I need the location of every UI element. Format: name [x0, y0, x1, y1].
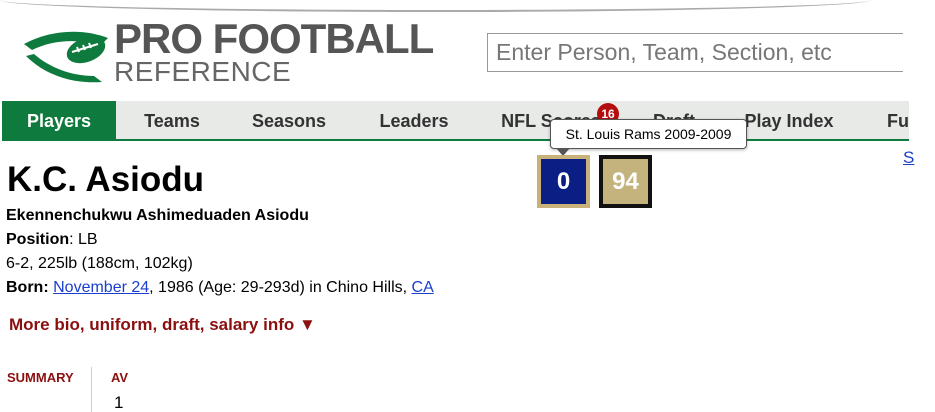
summary-divider [91, 367, 92, 412]
nav-item-teams[interactable]: Teams [116, 101, 228, 139]
player-name: K.C. Asiodu [7, 160, 205, 199]
search-input[interactable] [487, 33, 903, 72]
logo-wordmark-line1: PRO FOOTBALL [114, 15, 434, 62]
born-state-link[interactable]: CA [412, 279, 434, 296]
top-edge-curve [0, 0, 870, 12]
av-value: 1 [114, 393, 124, 412]
logo-wordmark-line2: REFERENCE [114, 56, 292, 87]
football-logo-icon [24, 31, 108, 83]
born-line: Born: November 24, 1986 (Age: 29-293d) i… [6, 279, 434, 297]
side-link[interactable]: S [903, 148, 914, 168]
av-label: AV [111, 370, 129, 385]
player-full-name: Ekennenchukwu Ashimeduaden Asiodu [6, 207, 309, 224]
nav-item-fu[interactable]: Fu [854, 101, 909, 139]
uniform-number-94[interactable]: 94 [599, 155, 652, 208]
main-nav: Players Teams Seasons Leaders NFL Scores… [2, 101, 909, 141]
position-value: : LB [69, 231, 98, 248]
height-weight-line: 6-2, 225lb (188cm, 102kg) [6, 255, 193, 272]
born-label: Born: [6, 279, 49, 296]
nav-item-seasons[interactable]: Seasons [228, 101, 350, 139]
born-date-link[interactable]: November 24 [53, 279, 149, 296]
site-logo[interactable]: PRO FOOTBALL REFERENCE [22, 15, 462, 87]
more-bio-toggle[interactable]: More bio, uniform, draft, salary info ▼ [9, 315, 316, 335]
uniform-tooltip: St. Louis Rams 2009-2009 [550, 119, 747, 149]
page-top-edge [0, 0, 935, 12]
born-details: , 1986 (Age: 29-293d) in Chino Hills, [149, 279, 412, 296]
nav-item-leaders[interactable]: Leaders [350, 101, 478, 139]
uniform-number-0[interactable]: 0 [537, 155, 590, 208]
position-label: Position [6, 231, 70, 248]
nav-item-players[interactable]: Players [2, 101, 116, 139]
position-line: Position: LB [6, 231, 98, 249]
summary-label: SUMMARY [7, 370, 74, 385]
